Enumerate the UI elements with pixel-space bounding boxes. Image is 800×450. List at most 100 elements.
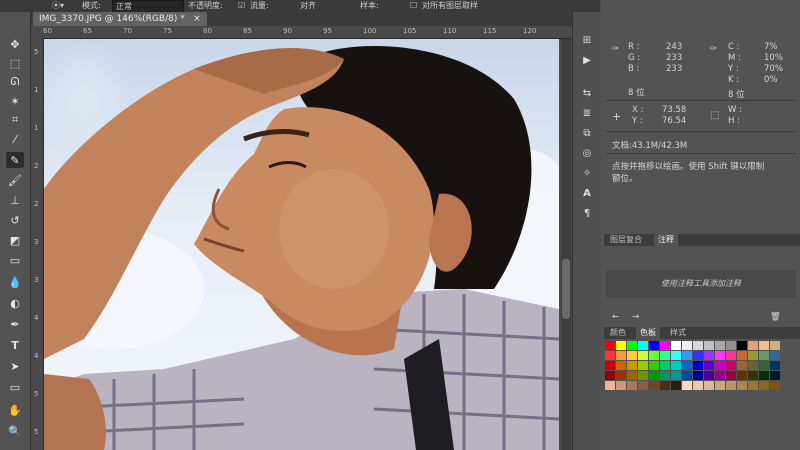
eraser-tool-icon[interactable]: ◩ (6, 232, 24, 248)
color-swatch[interactable] (715, 361, 725, 370)
history-icon[interactable]: ⊞ (580, 34, 594, 46)
color-swatch[interactable] (627, 381, 637, 390)
color-swatch[interactable] (704, 381, 714, 390)
color-swatch[interactable] (649, 341, 659, 350)
color-swatch[interactable] (682, 381, 692, 390)
history-brush-tool-icon[interactable]: ↺ (6, 212, 24, 228)
color-swatch[interactable] (671, 371, 681, 380)
color-swatch[interactable] (682, 341, 692, 350)
color-swatch[interactable] (660, 341, 670, 350)
color-swatch[interactable] (660, 361, 670, 370)
color-swatch[interactable] (737, 361, 747, 370)
color-swatch[interactable] (715, 341, 725, 350)
color-swatch[interactable] (682, 351, 692, 360)
brush-panel-icon[interactable]: ✧ (580, 167, 594, 179)
document-tab[interactable]: IMG_3370.JPG @ 146%(RGB/8) * × (33, 12, 207, 26)
color-swatch[interactable] (627, 371, 637, 380)
type-tool-icon[interactable]: T (6, 337, 24, 353)
color-swatch[interactable] (616, 351, 626, 360)
color-swatch[interactable] (605, 371, 615, 380)
color-swatch[interactable] (671, 381, 681, 390)
properties-icon[interactable]: ≣ (580, 107, 594, 119)
color-swatch[interactable] (726, 381, 736, 390)
color-swatch[interactable] (649, 351, 659, 360)
color-swatch[interactable] (660, 381, 670, 390)
color-swatch[interactable] (759, 361, 769, 370)
color-swatch[interactable] (649, 361, 659, 370)
tab-styles[interactable]: 样式 (666, 327, 690, 339)
gradient-tool-icon[interactable]: ▭ (6, 252, 24, 268)
color-swatch[interactable] (693, 341, 703, 350)
color-swatch[interactable] (726, 341, 736, 350)
color-swatch[interactable] (682, 371, 692, 380)
color-swatch[interactable] (704, 341, 714, 350)
color-swatch[interactable] (759, 371, 769, 380)
path-selection-tool-icon[interactable]: ➤ (6, 358, 24, 374)
color-swatch[interactable] (715, 381, 725, 390)
tab-layer-comps[interactable]: 图层复合 (606, 234, 646, 246)
color-swatch[interactable] (737, 351, 747, 360)
crop-tool-icon[interactable]: ⌗ (6, 112, 24, 128)
color-swatch[interactable] (726, 371, 736, 380)
next-note-icon[interactable]: → (632, 312, 639, 322)
channels-icon[interactable]: ◎ (580, 147, 594, 159)
color-swatch[interactable] (616, 381, 626, 390)
adjustments-icon[interactable]: ⇆ (580, 87, 594, 99)
move-tool-icon[interactable]: ✥ (6, 36, 24, 52)
color-swatch[interactable] (693, 371, 703, 380)
color-swatch[interactable] (605, 351, 615, 360)
color-swatch[interactable] (748, 361, 758, 370)
tab-swatches[interactable]: 色板 (636, 327, 660, 339)
color-swatch[interactable] (704, 371, 714, 380)
paragraph-icon[interactable]: ¶ (580, 207, 594, 219)
color-swatch[interactable] (704, 351, 714, 360)
vertical-scrollbar[interactable] (561, 39, 571, 450)
prev-note-icon[interactable]: ← (612, 312, 619, 322)
color-swatch[interactable] (638, 381, 648, 390)
document-canvas[interactable] (44, 39, 559, 450)
color-swatch[interactable] (616, 361, 626, 370)
eyedropper-tool-icon[interactable]: ⁄ (6, 131, 24, 147)
color-swatch[interactable] (748, 381, 758, 390)
tab-notes[interactable]: 注释 (654, 234, 678, 246)
color-swatch[interactable] (605, 341, 615, 350)
color-swatch[interactable] (638, 351, 648, 360)
color-swatch[interactable] (759, 351, 769, 360)
color-swatch[interactable] (660, 371, 670, 380)
color-swatch[interactable] (704, 361, 714, 370)
color-swatch[interactable] (715, 351, 725, 360)
healing-brush-tool-icon[interactable]: ✎ (6, 152, 24, 168)
brush-tool-icon[interactable]: 🖌 (6, 172, 24, 188)
marquee-tool-icon[interactable]: ⬚ (6, 55, 24, 71)
color-swatch[interactable] (616, 341, 626, 350)
clone-stamp-tool-icon[interactable]: ⊥ (6, 192, 24, 208)
blur-tool-icon[interactable]: 💧 (6, 274, 24, 290)
color-swatch[interactable] (737, 341, 747, 350)
brush-preset-picker[interactable]: ⦿▾ (52, 0, 64, 11)
color-swatch[interactable] (671, 351, 681, 360)
color-swatch[interactable] (770, 341, 780, 350)
tab-color[interactable]: 颜色 (606, 327, 630, 339)
color-swatch[interactable] (693, 381, 703, 390)
layers-icon[interactable]: ⧉ (580, 127, 594, 139)
close-icon[interactable]: × (193, 12, 201, 26)
color-swatch[interactable] (748, 371, 758, 380)
sample-all-layers-checkbox[interactable]: ☐ (410, 0, 417, 11)
shape-tool-icon[interactable]: ▭ (6, 379, 24, 395)
color-swatch[interactable] (759, 341, 769, 350)
color-swatch[interactable] (737, 381, 747, 390)
magic-wand-tool-icon[interactable]: ✶ (6, 93, 24, 109)
color-swatch[interactable] (726, 361, 736, 370)
color-swatch[interactable] (605, 361, 615, 370)
actions-play-icon[interactable]: ▶ (580, 54, 594, 66)
color-swatch[interactable] (693, 351, 703, 360)
color-swatch[interactable] (770, 351, 780, 360)
dodge-tool-icon[interactable]: ◐ (6, 295, 24, 311)
color-swatch[interactable] (715, 371, 725, 380)
color-swatch[interactable] (726, 351, 736, 360)
color-swatch[interactable] (638, 341, 648, 350)
color-swatch[interactable] (737, 371, 747, 380)
color-swatch[interactable] (770, 361, 780, 370)
aligned-checkbox[interactable]: ☑ (238, 0, 245, 11)
pen-tool-icon[interactable]: ✒ (6, 316, 24, 332)
